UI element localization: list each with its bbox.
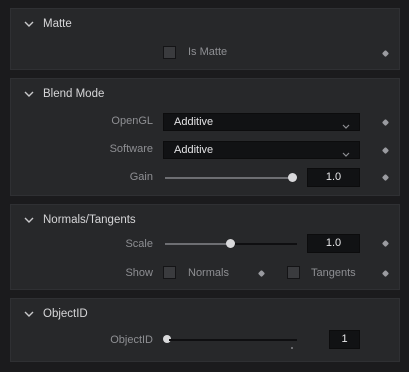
blend-mode-section-header[interactable]: Blend Mode: [23, 88, 104, 100]
gain-slider-fill: [165, 177, 291, 179]
software-dropdown-value: Additive: [174, 144, 214, 156]
chevron-down-icon: [342, 119, 350, 129]
scale-value: 1.0: [325, 237, 342, 249]
blend-mode-section: Blend Mode OpenGL Additive Software Addi…: [10, 78, 400, 196]
opengl-label: OpenGL: [111, 115, 153, 127]
matte-section-header[interactable]: Matte: [23, 18, 72, 30]
gain-value: 1.0: [325, 171, 342, 183]
is-matte-checkbox[interactable]: [163, 46, 176, 59]
chevron-down-icon: [342, 147, 350, 157]
gain-slider-knob[interactable]: [288, 173, 297, 182]
object-id-section-title: ObjectID: [43, 308, 88, 320]
objectid-value: 1: [341, 333, 348, 345]
scale-slider-knob[interactable]: [226, 239, 235, 248]
keyframe-diamond-icon[interactable]: [381, 49, 390, 58]
scale-value-field[interactable]: 1.0: [307, 234, 360, 253]
chevron-down-icon: [23, 308, 35, 320]
chevron-down-icon: [23, 88, 35, 100]
show-label: Show: [125, 267, 153, 279]
blend-mode-section-title: Blend Mode: [43, 88, 105, 100]
keyframe-diamond-icon[interactable]: [381, 239, 390, 248]
chevron-down-icon: [23, 18, 35, 30]
normals-tangents-section-header[interactable]: Normals/Tangents: [23, 214, 136, 226]
chevron-down-icon: [23, 214, 35, 226]
scale-slider-fill: [165, 243, 229, 245]
scale-label: Scale: [125, 238, 153, 250]
opengl-dropdown-value: Additive: [174, 116, 214, 128]
normals-tangents-section: Normals/Tangents Scale 1.0 Show Normals …: [10, 204, 400, 290]
gain-label: Gain: [129, 171, 153, 183]
keyframe-diamond-icon[interactable]: [381, 269, 390, 278]
keyframe-diamond-icon[interactable]: [257, 269, 266, 278]
objectid-value-field[interactable]: 1: [329, 330, 360, 349]
object-id-section: ObjectID ObjectID 1: [10, 298, 400, 362]
software-label: Software: [109, 143, 153, 155]
gain-value-field[interactable]: 1.0: [307, 168, 360, 187]
tangents-checkbox[interactable]: [287, 266, 300, 279]
normals-tangents-section-title: Normals/Tangents: [43, 214, 136, 226]
objectid-slider-track[interactable]: [169, 339, 297, 341]
inspector-panel: Matte Is Matte Blend Mode OpenGL Additiv…: [0, 0, 409, 372]
is-matte-label: Is Matte: [188, 46, 228, 58]
objectid-slider-tick: [291, 347, 293, 349]
objectid-label: ObjectID: [110, 334, 153, 346]
keyframe-diamond-icon[interactable]: [381, 118, 390, 127]
tangents-label: Tangents: [311, 267, 356, 279]
opengl-dropdown[interactable]: Additive: [163, 113, 360, 131]
software-dropdown[interactable]: Additive: [163, 141, 360, 159]
normals-label: Normals: [188, 267, 229, 279]
matte-section: Matte Is Matte: [10, 8, 400, 70]
object-id-section-header[interactable]: ObjectID: [23, 308, 88, 320]
normals-checkbox[interactable]: [163, 266, 176, 279]
keyframe-diamond-icon[interactable]: [381, 146, 390, 155]
keyframe-diamond-icon[interactable]: [381, 173, 390, 182]
matte-section-title: Matte: [43, 18, 72, 30]
